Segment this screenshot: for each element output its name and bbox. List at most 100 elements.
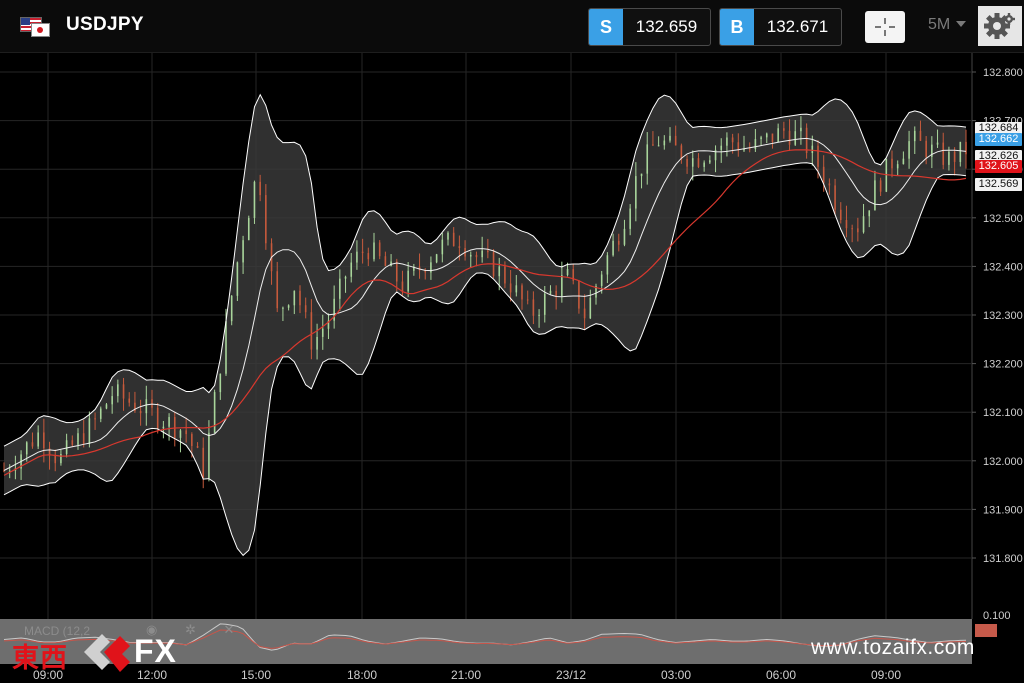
candle-body — [128, 398, 131, 403]
candle-body — [236, 262, 239, 296]
candle-body — [748, 148, 751, 150]
candle-body — [674, 135, 677, 146]
candle-body — [549, 290, 552, 294]
chevron-down-icon[interactable] — [956, 21, 966, 27]
candle-body — [794, 131, 797, 145]
candle-body — [447, 232, 449, 240]
candle-body — [942, 142, 945, 165]
symbol-title[interactable]: USDJPY — [66, 14, 144, 36]
candle-body — [777, 128, 779, 143]
candle-body — [936, 142, 939, 145]
candle-body — [168, 417, 170, 427]
candle-body — [800, 127, 802, 132]
candle-body — [310, 312, 313, 350]
buy-button[interactable]: B 132.671 — [719, 8, 842, 46]
bollinger-lower-line — [3, 162, 967, 557]
candle-body — [612, 240, 614, 256]
price-chart[interactable]: 132.800132.700132.600132.500132.400132.3… — [0, 53, 1024, 683]
y-tick-label: 132.800 — [983, 67, 1023, 79]
candle-body — [771, 133, 774, 143]
settings-button[interactable] — [978, 6, 1022, 46]
x-tick-label: 21:00 — [451, 668, 481, 682]
candle-body — [788, 130, 791, 145]
watermark-logo-icon — [84, 634, 130, 672]
chart-header: USDJPY S 132.659 B 132.671 5M — [0, 0, 1024, 53]
candle-body — [845, 219, 848, 229]
sell-button[interactable]: S 132.659 — [588, 8, 711, 46]
candle-body — [515, 285, 518, 293]
candle-body — [526, 299, 529, 301]
candle-body — [247, 218, 250, 241]
candle-body — [111, 396, 113, 405]
x-tick-label: 18:00 — [347, 668, 377, 682]
candle-body — [891, 158, 893, 169]
candle-body — [65, 440, 68, 454]
y-tick-label: 132.100 — [983, 407, 1023, 419]
candle-body — [321, 328, 324, 337]
candle-body — [43, 432, 45, 449]
candle-body — [367, 253, 370, 260]
price-tag-blue: 132.662 — [975, 132, 1022, 146]
candle-body — [225, 321, 227, 374]
candle-body — [583, 308, 586, 319]
y-tick-label: 132.000 — [983, 456, 1023, 468]
candle-body — [629, 208, 631, 229]
candle-body — [652, 144, 654, 146]
candle-body — [686, 159, 688, 167]
candle-body — [543, 293, 546, 315]
candle-body — [948, 151, 950, 165]
macd-value-label — [975, 624, 997, 637]
candle-body — [879, 180, 882, 192]
candle-body — [839, 209, 842, 220]
candle-body — [475, 254, 478, 258]
candle-body — [754, 139, 757, 150]
candle-body — [834, 185, 836, 210]
candle-body — [720, 145, 723, 150]
candle-body — [344, 276, 347, 279]
candle-body — [287, 305, 290, 308]
candle-body — [350, 262, 353, 277]
candle-body — [862, 216, 865, 233]
candle-body — [265, 195, 267, 244]
candle-body — [606, 255, 609, 275]
candle-body — [407, 270, 409, 292]
candle-body — [373, 242, 375, 260]
candle-body — [691, 158, 694, 167]
crosshair-button[interactable] — [865, 11, 905, 43]
y-tick-label: 131.800 — [983, 553, 1023, 565]
y-tick-label: 132.500 — [983, 213, 1023, 225]
candle-body — [555, 290, 557, 297]
candle-body — [600, 274, 603, 286]
candle-body — [703, 162, 705, 167]
candle-body — [913, 130, 916, 142]
candle-body — [378, 242, 381, 257]
sell-label: S — [589, 9, 623, 45]
candle-body — [196, 445, 199, 448]
price-tag-red: 132.605 — [975, 160, 1022, 174]
candle-body — [99, 408, 102, 419]
time-axis[interactable]: 09:00 12:00 15:00 18:00 21:00 23/12 03:00 06:00… — [33, 668, 901, 682]
candle-body — [401, 281, 404, 292]
candle-body — [395, 261, 398, 282]
bollinger-band-fill — [4, 94, 966, 556]
candle-body — [663, 140, 666, 146]
candle-body — [253, 181, 256, 219]
candle-body — [105, 404, 108, 409]
candle-body — [817, 145, 819, 167]
timeframe-selector[interactable]: 5M — [928, 16, 950, 34]
candle-body — [361, 251, 364, 254]
candle-body — [185, 430, 187, 435]
candle-body — [953, 151, 956, 162]
candle-body — [94, 418, 96, 420]
x-tick-label: 23/12 — [556, 668, 586, 682]
currency-pair-flags — [20, 17, 50, 37]
candle-body — [868, 210, 871, 217]
x-tick-label: 12:00 — [137, 668, 167, 682]
y-tick-label: 131.900 — [983, 504, 1023, 516]
candle-body — [646, 144, 649, 174]
candle-body — [783, 128, 785, 131]
candle-body — [811, 145, 814, 154]
candle-body — [316, 336, 318, 350]
candle-body — [874, 180, 876, 211]
candle-body — [965, 141, 967, 155]
